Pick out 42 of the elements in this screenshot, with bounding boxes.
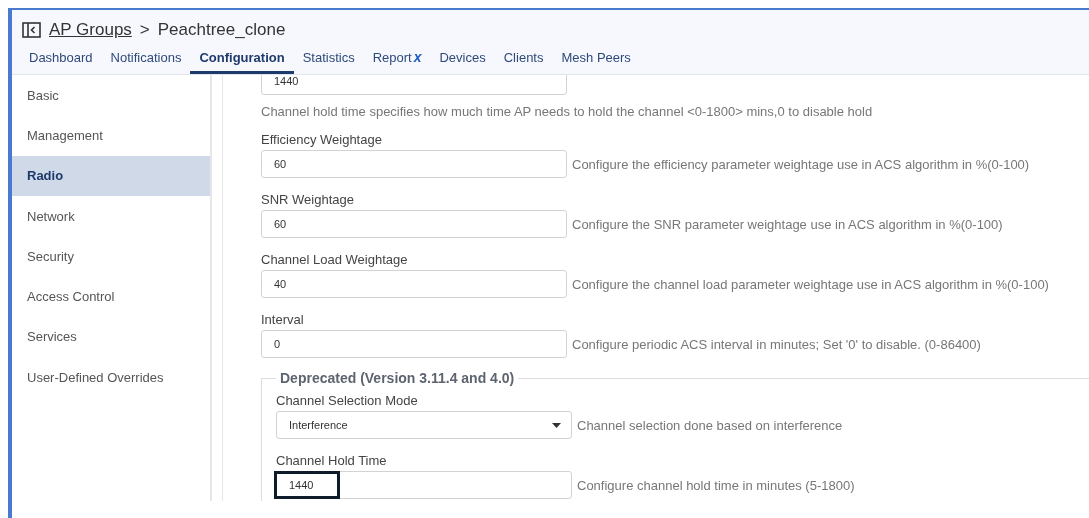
help-text: Configure channel hold time in minutes (5-1800) — [577, 477, 855, 493]
field-label: Channel Load Weightage — [261, 252, 408, 267]
dropdown-caret-icon — [552, 422, 561, 428]
sidebar-item[interactable]: Access Control — [12, 276, 210, 317]
collapse-panel-icon[interactable] — [22, 22, 41, 38]
tab[interactable]: Dashboard — [20, 50, 102, 74]
page-title: Peachtree_clone — [157, 20, 286, 40]
sidebar-item[interactable]: Network — [12, 195, 210, 237]
input-field[interactable]: 60 — [261, 150, 567, 178]
input-field[interactable]: 0 — [261, 330, 567, 358]
sidebar-item[interactable]: User-Defined Overrides — [12, 357, 210, 398]
section-legend: Deprecated (Version 3.11.4 and 4.0) — [276, 370, 519, 386]
tab[interactable]: Reportx — [363, 49, 431, 74]
tab[interactable]: Statistics — [293, 50, 364, 74]
help-text: Configure the efficiency parameter weightage use in ACS algorithm in %(0-100) — [572, 156, 1030, 172]
sidebar-item[interactable]: Basic — [12, 75, 210, 116]
input-field[interactable]: 60 — [261, 210, 567, 238]
help-text: Configure periodic ACS interval in minutes; Set '0' to disable. (0-86400) — [572, 336, 981, 352]
input-field[interactable]: 40 — [261, 270, 567, 298]
help-text: Configure the SNR parameter weightage use in ACS algorithm in %(0-100) — [572, 216, 1003, 232]
field-label: SNR Weightage — [261, 192, 354, 207]
field-label: Channel Hold Time — [276, 453, 387, 468]
field-label: Channel Selection Mode — [276, 393, 418, 408]
dropdown-field[interactable]: Interference — [276, 411, 572, 439]
sidebar-item[interactable]: Management — [12, 115, 210, 156]
sidebar-item[interactable]: Services — [12, 316, 210, 358]
field-label: Efficiency Weightage — [261, 132, 382, 147]
help-text: Channel selection done based on interference — [577, 417, 843, 433]
tab[interactable]: Devices — [430, 50, 495, 74]
input-field[interactable]: 1440 — [274, 471, 340, 499]
field-label: Interval — [261, 312, 304, 327]
tab[interactable]: Clients — [494, 50, 553, 74]
input-field[interactable]: 1440 — [261, 75, 567, 95]
help-text: Configure the channel load parameter weightage use in ACS algorithm in %(0-100) — [572, 276, 1049, 292]
sidebar-item[interactable]: Security — [12, 236, 210, 277]
breadcrumb-separator: > — [139, 20, 150, 40]
sidebar-item[interactable]: Radio — [12, 155, 210, 196]
tab[interactable]: Mesh Peers — [552, 50, 640, 74]
tab[interactable]: Notifications — [101, 50, 191, 74]
help-text: Channel hold time specifies how much time AP needs to hold the channel <0-1800> mins,0 to disable hold — [261, 104, 874, 119]
breadcrumb-link[interactable]: AP Groups — [49, 20, 132, 40]
external-mark: x — [413, 49, 422, 65]
